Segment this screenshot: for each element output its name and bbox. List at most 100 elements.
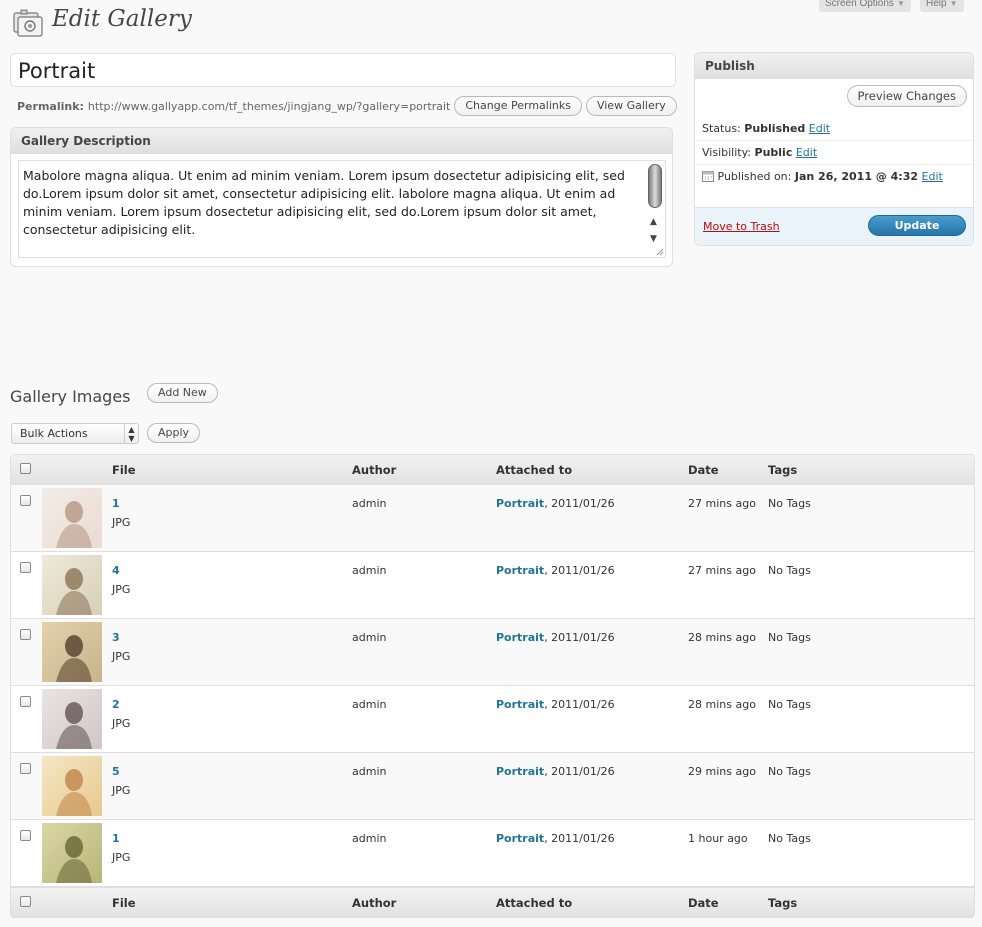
edit-status-link[interactable]: Edit <box>809 122 830 135</box>
file-link[interactable]: 2 <box>112 698 120 711</box>
description-heading: Gallery Description <box>11 128 672 154</box>
file-type: JPG <box>112 784 131 797</box>
column-tags[interactable]: Tags <box>768 463 797 477</box>
visibility-row: Visibility: Public Edit <box>695 141 973 165</box>
preview-changes-button[interactable]: Preview Changes <box>846 85 967 107</box>
title-input[interactable]: Portrait <box>10 53 676 87</box>
image-thumbnail[interactable] <box>42 488 102 548</box>
attached-link[interactable]: Portrait <box>496 698 544 711</box>
edit-date-link[interactable]: Edit <box>922 170 943 183</box>
date-cell: 27 mins ago <box>688 497 756 510</box>
attached-cell: Portrait, 2011/01/26 <box>496 832 615 845</box>
file-link[interactable]: 1 <box>112 497 120 510</box>
page-title: Edit Gallery <box>52 6 192 32</box>
row-checkbox[interactable] <box>20 562 31 573</box>
file-type: JPG <box>112 851 131 864</box>
select-all-checkbox[interactable] <box>20 463 31 474</box>
chevron-down-icon: ▼ <box>949 0 958 8</box>
row-checkbox[interactable] <box>20 696 31 707</box>
row-checkbox[interactable] <box>20 629 31 640</box>
attached-link[interactable]: Portrait <box>496 631 544 644</box>
description-textarea[interactable]: Mabolore magna aliqua. Ut enim ad minim … <box>18 160 666 258</box>
table-footer: File Author Attached to Date Tags <box>11 887 974 917</box>
calendar-icon <box>702 171 714 182</box>
image-thumbnail[interactable] <box>42 823 102 883</box>
table-row: 5 JPG admin Portrait, 2011/01/26 29 mins ago… <box>11 753 974 820</box>
image-thumbnail[interactable] <box>42 756 102 816</box>
attached-cell: Portrait, 2011/01/26 <box>496 698 615 711</box>
column-date-footer[interactable]: Date <box>688 896 719 910</box>
author-cell: admin <box>352 564 387 577</box>
file-link[interactable]: 5 <box>112 765 120 778</box>
row-checkbox[interactable] <box>20 763 31 774</box>
date-cell: 28 mins ago <box>688 698 756 711</box>
table-row: 1 JPG admin Portrait, 2011/01/26 27 mins ago… <box>11 485 974 552</box>
attached-date: , 2011/01/26 <box>544 631 615 644</box>
screen-options-label: Screen Options <box>825 0 894 9</box>
scroll-down-icon[interactable]: ▼ <box>650 230 657 248</box>
attached-link[interactable]: Portrait <box>496 832 544 845</box>
scrollbar-thumb[interactable] <box>648 164 662 208</box>
attached-link[interactable]: Portrait <box>496 497 544 510</box>
column-attached[interactable]: Attached to <box>496 463 572 477</box>
help-label: Help <box>926 0 947 9</box>
visibility-label: Visibility: <box>702 146 752 159</box>
file-link[interactable]: 1 <box>112 832 120 845</box>
column-author[interactable]: Author <box>352 463 396 477</box>
tags-cell: No Tags <box>768 631 811 644</box>
author-cell: admin <box>352 832 387 845</box>
apply-button[interactable]: Apply <box>147 423 201 443</box>
tags-cell: No Tags <box>768 765 811 778</box>
author-cell: admin <box>352 497 387 510</box>
edit-visibility-link[interactable]: Edit <box>796 146 817 159</box>
date-cell: 27 mins ago <box>688 564 756 577</box>
file-link[interactable]: 3 <box>112 631 120 644</box>
resize-handle-icon[interactable] <box>656 248 664 256</box>
bulk-actions-select[interactable]: Bulk Actions ▲ ▼ <box>11 423 139 444</box>
file-type: JPG <box>112 583 131 596</box>
published-row: Published on: Jan 26, 2011 @ 4:32 Edit <box>695 165 973 189</box>
screen-options-tab[interactable]: Screen Options ▼ <box>819 0 911 12</box>
select-all-checkbox-footer[interactable] <box>20 896 31 907</box>
file-link[interactable]: 4 <box>112 564 120 577</box>
gallery-images-table: File Author Attached to Date Tags 1 JPG ad… <box>10 454 975 918</box>
gallery-images-heading: Gallery Images <box>10 387 131 406</box>
chevron-down-icon: ▼ <box>896 0 905 8</box>
image-thumbnail[interactable] <box>42 689 102 749</box>
tags-cell: No Tags <box>768 832 811 845</box>
help-tab[interactable]: Help ▼ <box>920 0 964 12</box>
attached-link[interactable]: Portrait <box>496 765 544 778</box>
file-type: JPG <box>112 516 131 529</box>
column-file-footer[interactable]: File <box>112 896 136 910</box>
column-file[interactable]: File <box>112 463 136 477</box>
description-text: Mabolore magna aliqua. Ut enim ad minim … <box>23 168 625 237</box>
description-scrollbar[interactable]: ▲ ▼ <box>648 164 662 244</box>
view-gallery-button[interactable]: View Gallery <box>585 96 677 116</box>
add-new-button[interactable]: Add New <box>147 383 218 403</box>
move-to-trash-link[interactable]: Move to Trash <box>703 220 780 233</box>
row-checkbox[interactable] <box>20 830 31 841</box>
author-cell: admin <box>352 698 387 711</box>
permalink-label: Permalink: <box>17 99 84 113</box>
attached-link[interactable]: Portrait <box>496 564 544 577</box>
attached-date: , 2011/01/26 <box>544 564 615 577</box>
gallery-icon <box>13 9 43 37</box>
column-author-footer[interactable]: Author <box>352 896 396 910</box>
permalink-url: http://www.gallyapp.com/tf_themes/jingja… <box>87 99 451 113</box>
major-publishing-actions: Move to Trash Update <box>695 207 973 245</box>
attached-date: , 2011/01/26 <box>544 497 615 510</box>
update-button[interactable]: Update <box>868 215 966 236</box>
row-checkbox[interactable] <box>20 495 31 506</box>
attached-date: , 2011/01/26 <box>544 698 615 711</box>
image-thumbnail[interactable] <box>42 622 102 682</box>
change-permalinks-button[interactable]: Change Permalinks <box>454 96 582 116</box>
column-tags-footer[interactable]: Tags <box>768 896 797 910</box>
attached-cell: Portrait, 2011/01/26 <box>496 631 615 644</box>
column-attached-footer[interactable]: Attached to <box>496 896 572 910</box>
table-row: 2 JPG admin Portrait, 2011/01/26 28 mins ago… <box>11 686 974 753</box>
status-label: Status: <box>702 122 741 135</box>
scroll-up-icon[interactable]: ▲ <box>650 213 657 231</box>
attached-cell: Portrait, 2011/01/26 <box>496 564 615 577</box>
image-thumbnail[interactable] <box>42 555 102 615</box>
column-date[interactable]: Date <box>688 463 719 477</box>
